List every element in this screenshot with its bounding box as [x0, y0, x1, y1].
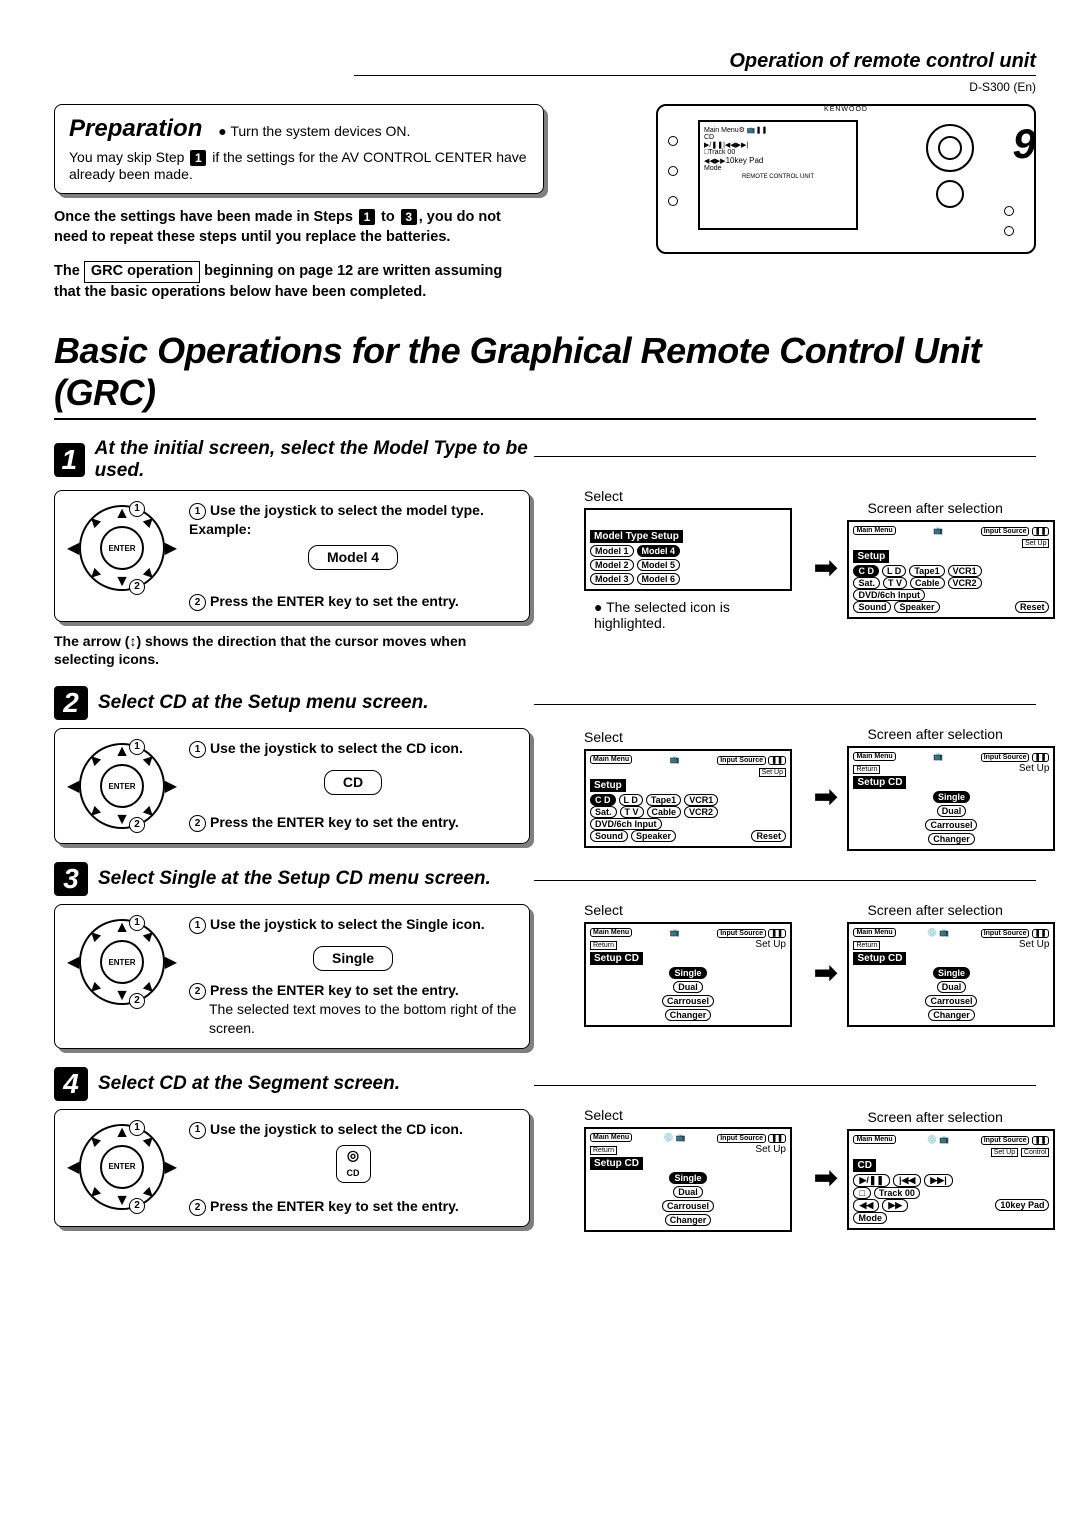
joystick-diagram: ▲▼◀▶▲▲▲▲12 — [67, 1120, 177, 1216]
setup-cd-screen: Main Menu📺Input Source ❚❚ ReturnSet Up S… — [847, 746, 1055, 851]
remote-lcd: Main Menu⚙ 📺❚❚ CD ▶/❚❚|◀◀▶▶| □Track 00 ◀… — [698, 120, 858, 230]
section-header: Operation of remote control unit — [354, 50, 1036, 76]
side-dot-icon — [668, 166, 678, 176]
step-3-body: ▲▼◀▶▲▲▲▲12 1Use the joystick to select t… — [54, 904, 530, 1048]
select-label: Select — [584, 488, 804, 504]
setup-cd-after-single: Main Menu💿 📺Input Source ❚❚ ReturnSet Up… — [847, 922, 1055, 1027]
step-2-title: Select CD at the Setup menu screen. — [98, 692, 429, 714]
step-4-title: Select CD at the Segment screen. — [98, 1073, 400, 1095]
step-number-2: 2 — [54, 686, 88, 720]
after-selection-label: Screen after selection — [867, 500, 1067, 516]
remote-brand: KENWOOD — [824, 106, 868, 113]
step-number-3: 3 — [54, 862, 88, 896]
joystick-diagram: ▲▼◀▶▲▲▲▲12 — [67, 915, 177, 1037]
cd-control-screen: Main Menu💿 📺Input Source ❚❚ Set Up Contr… — [847, 1129, 1055, 1230]
step-1-title: At the initial screen, select the Model … — [95, 438, 534, 482]
grc-operation-label: GRC operation — [84, 261, 200, 283]
setup-cd-select-single: Main Menu📺Input Source ❚❚ ReturnSet Up S… — [584, 922, 792, 1027]
preparation-title: Preparation — [69, 115, 202, 143]
remote-control-diagram: KENWOOD Main Menu⚙ 📺❚❚ CD ▶/❚❚|◀◀▶▶| □Tr… — [656, 104, 1036, 254]
single-pill: Single — [313, 946, 393, 971]
step-1-body: ▲▼ ◀▶ ▲▲ ▲▲ 12 1Use the joystick to sele… — [54, 490, 530, 622]
setup-screen-cd-select: Main Menu📺Input Source ❚❚ Set Up Setup C… — [584, 749, 792, 848]
step-2-body: ▲▼◀▶▲▲▲▲12 1Use the joystick to select t… — [54, 728, 530, 844]
arrow-right-icon: ➡ — [814, 956, 837, 989]
arrow-right-icon: ➡ — [814, 1161, 837, 1194]
main-title: Basic Operations for the Graphical Remot… — [54, 330, 1036, 420]
step-1-inline-icon: 1 — [190, 150, 206, 166]
preparation-bullet: ● Turn the system devices ON. — [218, 123, 410, 139]
arrow-right-icon: ➡ — [814, 551, 837, 584]
step-number-1: 1 — [54, 443, 85, 477]
segment-select-cd: Main Menu💿 📺Input Source ❚❚ ReturnSet Up… — [584, 1127, 792, 1232]
model-type-setup-screen: Model Type Setup Model 1 Model 2 Model 3… — [584, 508, 792, 591]
remote-joystick-icon — [926, 124, 974, 172]
ir-dot-icon — [1004, 226, 1014, 236]
grc-operation-note: The GRC operation beginning on page 12 a… — [54, 261, 514, 302]
ir-dot-icon — [1004, 206, 1014, 216]
after-selection-label: Screen after selection — [867, 1109, 1067, 1125]
model-4-pill: Model 4 — [308, 545, 398, 570]
preparation-box: Preparation ● Turn the system devices ON… — [54, 104, 544, 194]
selected-icon-note: ● The selected icon is highlighted. — [594, 599, 804, 631]
cd-segment-icon: ◎CD — [336, 1145, 371, 1183]
step-3-title: Select Single at the Setup CD menu scree… — [98, 868, 491, 890]
select-label: Select — [584, 902, 804, 918]
after-selection-label: Screen after selection — [867, 726, 1067, 742]
joystick-icon: ▲▼ ◀▶ ▲▲ ▲▲ 12 — [79, 505, 165, 591]
after-selection-label: Screen after selection — [867, 902, 1067, 918]
step-4-body: ▲▼◀▶▲▲▲▲12 1Use the joystick to select t… — [54, 1109, 530, 1227]
step-number-4: 4 — [54, 1067, 88, 1101]
cd-pill: CD — [324, 770, 382, 795]
setup-menu-screen: Main Menu📺Input Source ❚❚ Set Up Setup C… — [847, 520, 1055, 619]
select-label: Select — [584, 729, 804, 745]
side-dot-icon — [668, 136, 678, 146]
side-dot-icon — [668, 196, 678, 206]
once-settings-note: Once the settings have been made in Step… — [54, 208, 514, 247]
preparation-skip-note: You may skip Step 1 if the settings for … — [69, 149, 529, 183]
remote-secondary-dial-icon — [936, 180, 964, 208]
select-label: Select — [584, 1107, 804, 1123]
step-1-footnote: The arrow (↕) shows the direction that t… — [54, 632, 504, 668]
arrow-right-icon: ➡ — [814, 780, 837, 813]
joystick-diagram: ▲▼ ◀▶ ▲▲ ▲▲ 12 — [67, 501, 177, 611]
joystick-diagram: ▲▼◀▶▲▲▲▲12 — [67, 739, 177, 833]
model-code: D-S300 (En) — [54, 80, 1036, 94]
